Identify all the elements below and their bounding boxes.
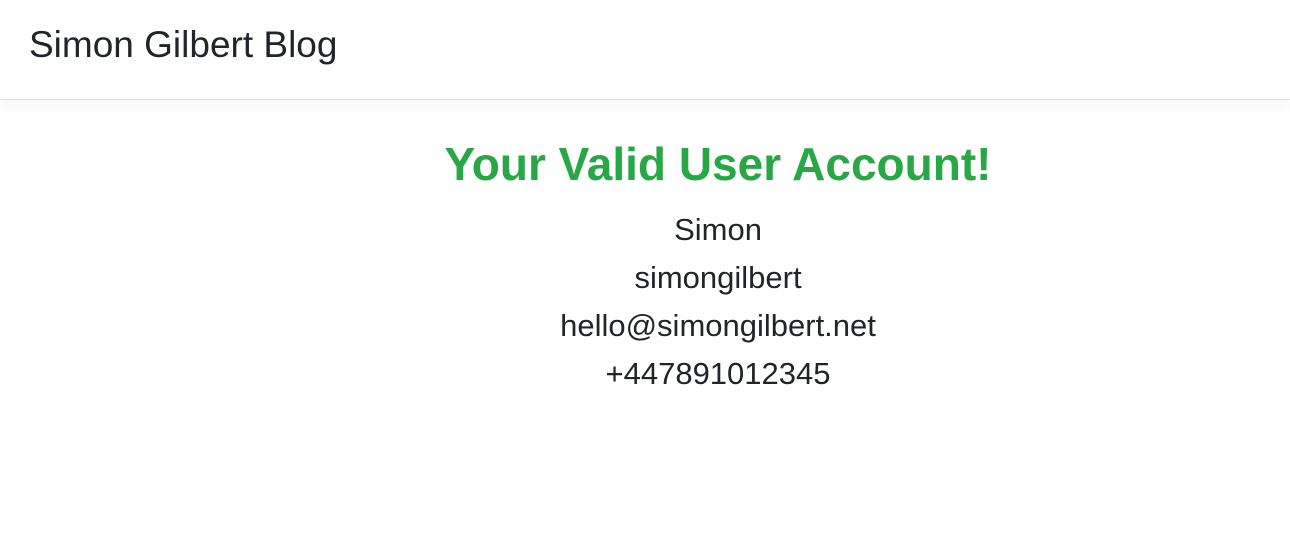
user-phone: +447891012345 — [605, 356, 831, 391]
brand-link[interactable]: Simon Gilbert Blog — [29, 23, 337, 67]
user-email: hello@simongilbert.net — [560, 308, 876, 343]
user-name: Simon — [674, 212, 762, 247]
page-heading: Your Valid User Account! — [444, 138, 992, 190]
top-navbar: Simon Gilbert Blog — [0, 0, 1290, 100]
main-content: Your Valid User Account! Simon simongilb… — [148, 100, 1288, 398]
user-details: Simon simongilbert hello@simongilbert.ne… — [148, 206, 1288, 398]
user-username: simongilbert — [634, 260, 802, 295]
